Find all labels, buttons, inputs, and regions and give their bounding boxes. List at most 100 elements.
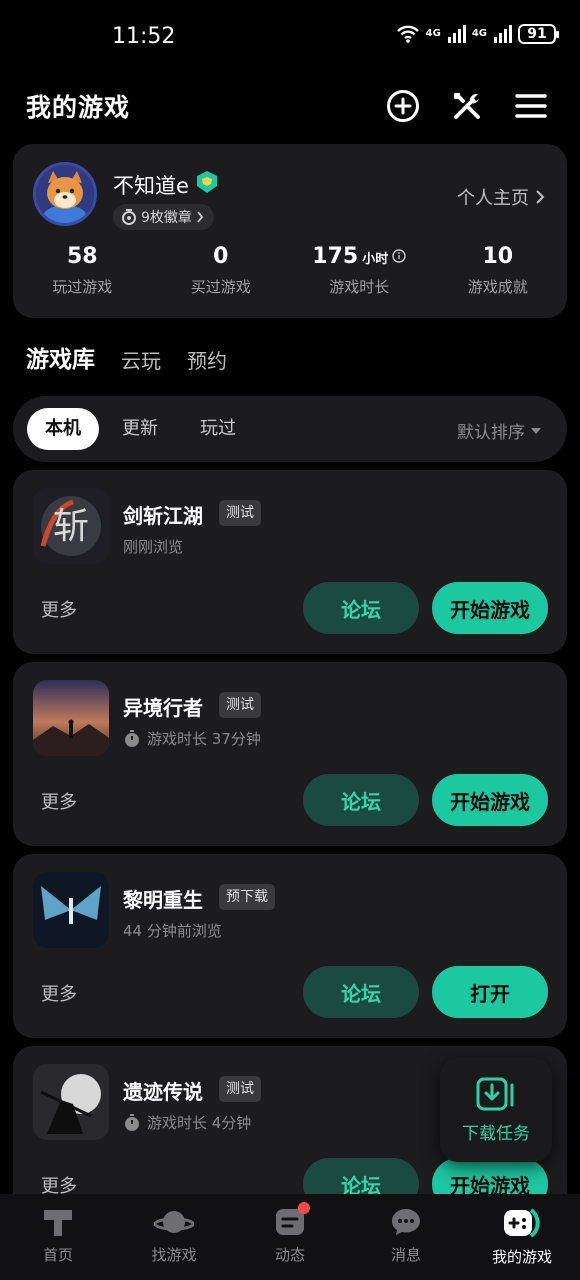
tools-button[interactable] [447,86,487,126]
medal-count: 9枚徽章 [141,210,192,226]
stat-label: 买过游戏 [190,278,251,296]
nav-label: 首页 [42,1246,73,1264]
game-icon[interactable]: 斩 [33,488,109,564]
filter-bar: 本机 更新 玩过 默认排序 [13,396,567,462]
svg-text:斩: 斩 [53,506,89,547]
more-link[interactable]: 更多 [41,788,77,814]
game-card[interactable]: 斩 剑斩江湖 测试 刚刚浏览 更多 论坛 开始游戏 [13,470,567,654]
filter-updates[interactable]: 更新 [122,408,158,450]
stopwatch-icon [125,729,139,747]
header: 我的游戏 [0,72,580,138]
notification-dot [298,1202,310,1214]
game-tag: 测试 [219,500,261,526]
profile-card[interactable]: 不知道e 9枚徽章 个人主页 58 玩过游戏 0 买过游戏 175 小时 游戏时… [13,144,567,318]
game-subtitle: 刚刚浏览 [123,536,183,557]
game-subtitle: 游戏时长 4分钟 [123,1112,251,1133]
download-task-button[interactable]: 下载任务 [440,1058,552,1162]
game-tag: 测试 [219,692,261,718]
stat-value: 10 [482,244,514,269]
game-subtitle: 游戏时长 37分钟 [123,728,261,749]
game-tag: 预下载 [219,884,275,910]
planet-icon [154,1211,194,1233]
signal-icon [494,25,512,43]
avatar[interactable] [33,162,97,226]
profile-stats: 58 玩过游戏 0 买过游戏 175 小时 游戏时长 10 游戏成就 [13,244,567,297]
stat-value: 0 [213,244,229,269]
status-time: 11:52 [112,24,176,49]
game-sub-text: 游戏时长 37分钟 [147,730,261,748]
stat-label: 游戏成就 [467,278,528,296]
battery-indicator: 91 [518,24,559,44]
add-button[interactable] [383,86,423,126]
start-game-button[interactable]: 开始游戏 [432,582,548,634]
sort-label: 默认排序 [457,423,525,443]
game-tag: 测试 [219,1076,261,1102]
filter-local[interactable]: 本机 [27,408,99,450]
tab-cloud-play[interactable]: 云玩 [121,345,161,374]
wanderer-game-art-icon [33,680,109,756]
sword-game-art-icon: 斩 [33,488,109,564]
stat-playtime[interactable]: 175 小时 游戏时长 [290,244,429,297]
nav-feed[interactable]: 动态 [232,1194,348,1280]
info-icon[interactable] [392,249,406,263]
more-link[interactable]: 更多 [41,980,77,1006]
library-tabs: 游戏库 云玩 预约 [26,340,227,374]
forum-button[interactable]: 论坛 [303,774,419,826]
stat-played[interactable]: 58 玩过游戏 [13,244,152,297]
game-icon[interactable] [33,1064,109,1140]
game-icon[interactable] [33,680,109,756]
chevron-right-icon [536,190,545,204]
page-title: 我的游戏 [26,93,131,122]
game-sub-text: 游戏时长 4分钟 [147,1114,252,1132]
menu-button[interactable] [511,86,551,126]
forum-button[interactable]: 论坛 [303,582,419,634]
shiba-avatar-icon [36,165,94,223]
stat-bought[interactable]: 0 买过游戏 [152,244,291,297]
nav-label: 找游戏 [151,1246,197,1264]
game-name: 异境行者 [123,696,203,720]
game-subtitle: 44 分钟前浏览 [123,920,222,941]
home-icon [44,1210,72,1236]
stat-achievements[interactable]: 10 游戏成就 [429,244,568,297]
game-icon[interactable] [33,872,109,948]
tools-icon [454,93,480,119]
nav-home[interactable]: 首页 [0,1194,116,1280]
start-game-button[interactable]: 开始游戏 [432,774,548,826]
homepage-link[interactable]: 个人主页 [457,184,545,210]
homepage-label: 个人主页 [457,188,529,209]
stat-unit: 小时 [362,252,389,267]
game-name: 黎明重生 [123,888,203,912]
plus-circle-icon [387,90,419,122]
download-task-label: 下载任务 [462,1123,530,1144]
open-game-button[interactable]: 打开 [432,966,548,1018]
tab-reservations[interactable]: 预约 [187,345,227,374]
medal-chip[interactable]: 9枚徽章 [113,204,214,230]
vip-badge-icon [197,171,217,193]
tab-library[interactable]: 游戏库 [26,340,95,374]
bottom-nav: 首页 找游戏 动态 消息 我的游戏 [0,1194,580,1280]
game-card[interactable]: 异境行者 测试 游戏时长 37分钟 更多 论坛 开始游戏 [13,662,567,846]
game-sub-text: 44 分钟前浏览 [123,922,222,940]
nav-messages[interactable]: 消息 [348,1194,464,1280]
chevron-right-icon [197,211,204,223]
sort-dropdown[interactable]: 默认排序 [457,418,541,443]
filter-played[interactable]: 玩过 [200,408,236,450]
signal-label-1: 4G [425,28,441,39]
stat-value: 175 [312,244,359,269]
hamburger-icon [515,94,547,118]
nav-my-games[interactable]: 我的游戏 [464,1194,580,1280]
game-name: 遗迹传说 [123,1080,203,1104]
game-sub-text: 刚刚浏览 [123,538,184,556]
download-icon [476,1077,514,1110]
stat-label: 游戏时长 [329,278,390,296]
forum-button[interactable]: 论坛 [303,966,419,1018]
stat-value: 58 [66,244,98,269]
username: 不知道e [113,174,189,198]
game-card[interactable]: 黎明重生 预下载 44 分钟前浏览 更多 论坛 打开 [13,854,567,1038]
stopwatch-icon [125,1113,139,1131]
nav-discover[interactable]: 找游戏 [116,1194,232,1280]
game-name: 剑斩江湖 [123,504,203,528]
caret-down-icon [531,427,541,434]
stat-label: 玩过游戏 [52,278,113,296]
more-link[interactable]: 更多 [41,596,77,622]
